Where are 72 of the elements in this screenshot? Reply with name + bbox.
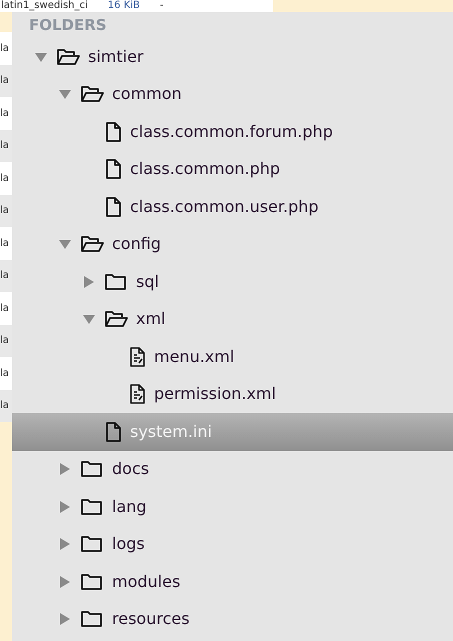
folder-icon xyxy=(80,572,104,592)
expand-arrow-icon[interactable] xyxy=(58,500,72,514)
collapse-arrow-icon[interactable] xyxy=(58,87,72,102)
expand-arrow-icon[interactable] xyxy=(58,462,72,476)
folder-icon xyxy=(80,459,104,480)
folder-row[interactable]: resources xyxy=(12,600,453,638)
file-name: class.common.forum.php xyxy=(130,120,333,143)
folder-name: sql xyxy=(136,270,159,293)
folder-name: xml xyxy=(136,308,166,330)
folder-name: common xyxy=(112,83,182,106)
file-row[interactable]: class.common.php xyxy=(12,150,453,188)
folder-row[interactable]: docs xyxy=(12,450,453,488)
folder-name: lang xyxy=(112,496,147,518)
table-cell: la xyxy=(0,162,12,194)
expand-arrow-icon[interactable] xyxy=(58,612,72,626)
table-cell: latin1_swedish_ci xyxy=(1,1,88,11)
file-row[interactable]: menu.xml xyxy=(12,338,453,376)
file-icon xyxy=(104,159,122,180)
open-folder-icon xyxy=(80,84,104,104)
open-folder-icon xyxy=(104,309,128,330)
open-folder-icon xyxy=(56,46,80,67)
table-cell: la xyxy=(0,130,12,162)
file-name: class.common.user.php xyxy=(130,196,319,218)
file-name: permission.xml xyxy=(154,383,276,406)
open-folder-icon xyxy=(80,234,104,254)
table-cell: la xyxy=(0,260,12,292)
file-name: system.ini xyxy=(130,420,212,443)
folder-name: simtier xyxy=(88,46,144,68)
folder-row[interactable]: simtier xyxy=(12,38,453,76)
table-cell: la xyxy=(0,324,12,357)
file-name: class.common.php xyxy=(130,158,280,180)
folder-name: resources xyxy=(112,608,190,630)
table-cell: 16 KiB xyxy=(108,1,140,11)
table-cell: la xyxy=(0,32,12,64)
table-cell: la xyxy=(0,97,12,130)
folder-name: modules xyxy=(112,570,180,593)
folder-icon xyxy=(104,272,128,292)
text-file-icon xyxy=(128,384,146,404)
table-cell: la xyxy=(0,227,12,260)
table-cell: - xyxy=(160,1,164,11)
sidebar-header: FOLDERS xyxy=(29,14,107,36)
collapse-arrow-icon[interactable] xyxy=(58,237,72,252)
table-cell: la xyxy=(0,390,12,422)
text-file-icon xyxy=(128,346,146,367)
folder-row[interactable]: xml xyxy=(12,300,453,338)
file-icon xyxy=(104,196,122,217)
expand-arrow-icon[interactable] xyxy=(58,574,72,589)
table-cell: la xyxy=(0,64,12,97)
folder-icon xyxy=(80,496,104,517)
table-cell: la xyxy=(0,357,12,390)
collapse-arrow-icon[interactable] xyxy=(82,312,96,326)
file-icon xyxy=(104,422,122,442)
folder-name: config xyxy=(112,233,161,256)
folder-row[interactable]: logs xyxy=(12,526,453,563)
folder-icon xyxy=(80,609,104,630)
file-row[interactable]: class.common.user.php xyxy=(12,188,453,226)
expand-arrow-icon[interactable] xyxy=(58,537,72,552)
file-name: menu.xml xyxy=(154,346,234,368)
folder-row[interactable]: lang xyxy=(12,488,453,526)
table-cell: la xyxy=(0,292,12,324)
file-row[interactable]: class.common.forum.php xyxy=(12,113,453,150)
folder-name: logs xyxy=(112,533,145,556)
folder-icon xyxy=(80,534,104,554)
folder-row[interactable]: config xyxy=(12,226,453,263)
file-row[interactable]: permission.xml xyxy=(12,376,453,413)
folder-row[interactable]: sql xyxy=(12,263,453,300)
folder-name: docs xyxy=(112,458,150,480)
folder-row[interactable]: common xyxy=(12,76,453,113)
folder-row[interactable]: modules xyxy=(12,563,453,600)
expand-arrow-icon[interactable] xyxy=(82,274,96,289)
file-icon xyxy=(104,122,122,142)
table-cell: la xyxy=(0,194,12,227)
